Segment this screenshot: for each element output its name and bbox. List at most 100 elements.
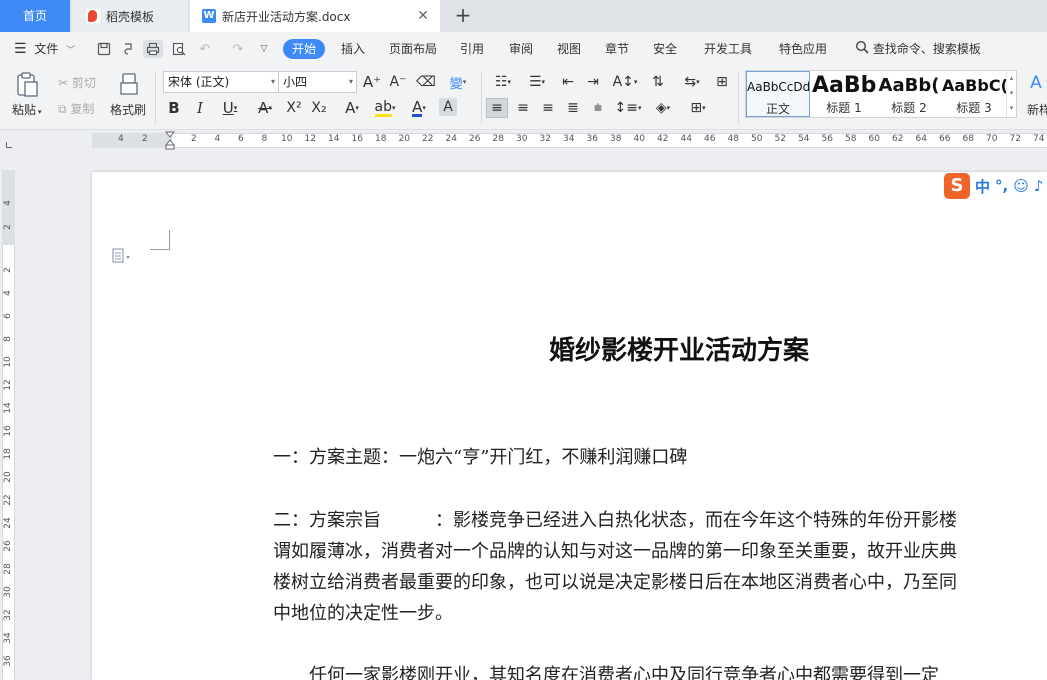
- shrink-font-icon[interactable]: A⁻: [388, 72, 408, 92]
- ruler-number: 14: [328, 134, 340, 144]
- justify-icon[interactable]: ≣: [562, 98, 584, 118]
- clear-format-icon[interactable]: ⌫: [416, 72, 436, 92]
- ime-language-toggle[interactable]: 中: [975, 176, 990, 197]
- ruler-number: 16: [3, 425, 13, 437]
- line-break-icon[interactable]: ⇆ ▾: [677, 72, 707, 92]
- export-icon[interactable]: [118, 40, 138, 58]
- menu-security[interactable]: 安全: [653, 32, 677, 66]
- undo-icon[interactable]: ↶: [195, 40, 215, 58]
- emoji-icon[interactable]: ☺: [1013, 177, 1029, 195]
- ruler-number: 50: [751, 134, 763, 144]
- italic-icon[interactable]: I: [190, 98, 210, 118]
- ruler-number: 12: [304, 134, 316, 144]
- tab-templates[interactable]: 稻壳模板: [72, 0, 188, 32]
- align-center-icon[interactable]: ≡: [512, 98, 534, 118]
- file-menu[interactable]: ☰ 文件 ﹀: [14, 32, 75, 66]
- chevron-down-icon: ▾: [348, 77, 353, 86]
- phonetic-guide-icon[interactable]: 變 ▾: [444, 72, 472, 92]
- style-normal[interactable]: AaBbCcDd 正文: [746, 71, 810, 117]
- menu-view[interactable]: 视图: [557, 32, 581, 66]
- paste-icon[interactable]: [14, 71, 42, 99]
- sogou-logo-icon[interactable]: S: [944, 173, 970, 199]
- ruler-number: 36: [3, 655, 13, 667]
- ruler-number: 6: [238, 134, 244, 144]
- menu-page-layout[interactable]: 页面布局: [389, 32, 437, 66]
- paragraph-options-icon[interactable]: [112, 248, 134, 264]
- superscript-icon[interactable]: X²: [284, 98, 304, 118]
- ruler-number: 68: [962, 134, 974, 144]
- underline-icon[interactable]: U ▾: [216, 98, 244, 118]
- format-painter-icon[interactable]: [117, 71, 141, 97]
- quick-access-more-icon[interactable]: ▽: [254, 40, 274, 58]
- style-caption: 标题 3: [956, 101, 992, 115]
- line-spacing-icon[interactable]: ↕≡ ▾: [613, 98, 643, 118]
- add-tab-button[interactable]: +: [452, 5, 474, 27]
- ruler-number: 18: [375, 134, 387, 144]
- tab-document[interactable]: W 新店开业活动方案.docx ✕: [190, 0, 440, 32]
- align-left-icon[interactable]: ≡: [486, 98, 508, 118]
- tab-home[interactable]: 首页: [0, 0, 70, 32]
- new-style-icon[interactable]: A: [1026, 72, 1046, 94]
- highlight-icon[interactable]: ab ▾: [371, 98, 399, 118]
- ruler-number: 2: [3, 267, 13, 273]
- ime-punctuation-toggle[interactable]: °,: [995, 177, 1008, 195]
- text-effect-icon[interactable]: A ▾: [338, 98, 366, 118]
- font-name-select[interactable]: 宋体 (正文) ▾: [163, 71, 279, 93]
- increase-indent-icon[interactable]: ⇥: [583, 72, 603, 92]
- copy-button[interactable]: ⧉ 复制: [58, 100, 94, 117]
- daoke-logo-icon: [86, 9, 100, 23]
- numbered-list-icon[interactable]: ☰ ▾: [522, 72, 552, 92]
- character-shading-icon[interactable]: A: [439, 98, 457, 116]
- menu-review[interactable]: 审阅: [509, 32, 533, 66]
- save-icon[interactable]: [94, 40, 114, 58]
- new-style-label[interactable]: 新样: [1027, 101, 1047, 118]
- paragraph-shading-icon[interactable]: ◈ ▾: [648, 98, 678, 118]
- indent-marker-icon[interactable]: [165, 131, 175, 150]
- grow-font-icon[interactable]: A⁺: [362, 72, 382, 92]
- bold-icon[interactable]: B: [164, 98, 184, 118]
- styles-scroll[interactable]: ▴ ▾ ▾: [1006, 71, 1016, 117]
- chevron-down-icon: ﹀: [66, 46, 76, 56]
- menu-developer[interactable]: 开发工具: [704, 32, 752, 66]
- decrease-indent-icon[interactable]: ⇤: [558, 72, 578, 92]
- cut-button[interactable]: ✂ 剪切: [58, 74, 96, 91]
- bullet-list-icon[interactable]: ☷ ▾: [488, 72, 518, 92]
- text-direction-icon[interactable]: A↕ ▾: [610, 72, 640, 92]
- sort-icon[interactable]: ⇅: [647, 72, 669, 92]
- horizontal-ruler: 4 2 2 4 6 8 10 12 14 16 18 20 22 24 26 28 30 32 34 36 38 40 42…: [0, 131, 1047, 150]
- redo-icon[interactable]: ↷: [228, 40, 248, 58]
- ruler-number: 2: [191, 134, 197, 144]
- tab-home-ribbon[interactable]: 开始: [283, 39, 326, 59]
- close-icon[interactable]: ✕: [416, 9, 430, 23]
- distributed-align-icon[interactable]: ⩧: [587, 98, 609, 118]
- print-icon[interactable]: [143, 40, 163, 58]
- style-heading-1[interactable]: AaBb 标题 1: [812, 71, 876, 117]
- font-color-icon[interactable]: A ▾: [405, 98, 433, 118]
- menu-insert[interactable]: 插入: [341, 32, 365, 66]
- borders-icon[interactable]: ⊞ ▾: [683, 98, 713, 118]
- font-size-select[interactable]: 小四 ▾: [278, 71, 357, 93]
- strikethrough-icon[interactable]: A ▾: [251, 98, 279, 118]
- style-preview: AaBb: [812, 73, 876, 98]
- ruler-number: 42: [657, 134, 669, 144]
- menu-chapter[interactable]: 章节: [605, 32, 629, 66]
- menu-references[interactable]: 引用: [460, 32, 484, 66]
- style-heading-3[interactable]: AaBbC( 标题 3: [942, 71, 1006, 117]
- ribbon-toolbar: 粘贴 ▾ ✂ 剪切 ⧉ 复制 格式刷 宋体 (正文) ▾ 小四 ▾ A⁺ A⁻ ⌫…: [0, 66, 1047, 130]
- ruler-number: 2: [142, 134, 148, 144]
- tab-stop-selector[interactable]: [6, 142, 12, 148]
- chevron-down-icon: ▾: [270, 77, 275, 86]
- document-page[interactable]: 婚纱影楼开业活动方案 一：方案主题：一炮六“亨”开门红，不赚利润赚口碑 二：方案…: [92, 172, 1047, 680]
- style-heading-2[interactable]: AaBb( 标题 2: [877, 71, 941, 117]
- show-paragraph-marks-icon[interactable]: ⊞: [711, 72, 733, 92]
- paste-button[interactable]: 粘贴 ▾: [12, 101, 42, 118]
- align-right-icon[interactable]: ≡: [537, 98, 559, 118]
- command-search[interactable]: 查找命令、搜索模板: [855, 32, 981, 66]
- format-painter-label[interactable]: 格式刷: [110, 101, 146, 118]
- menu-special-features[interactable]: 特色应用: [779, 32, 827, 66]
- microphone-icon[interactable]: ♪: [1034, 177, 1044, 195]
- subscript-icon[interactable]: X₂: [309, 98, 329, 118]
- print-preview-icon[interactable]: [169, 40, 189, 58]
- ruler-number: 8: [261, 134, 268, 144]
- ruler-number: 66: [939, 134, 951, 144]
